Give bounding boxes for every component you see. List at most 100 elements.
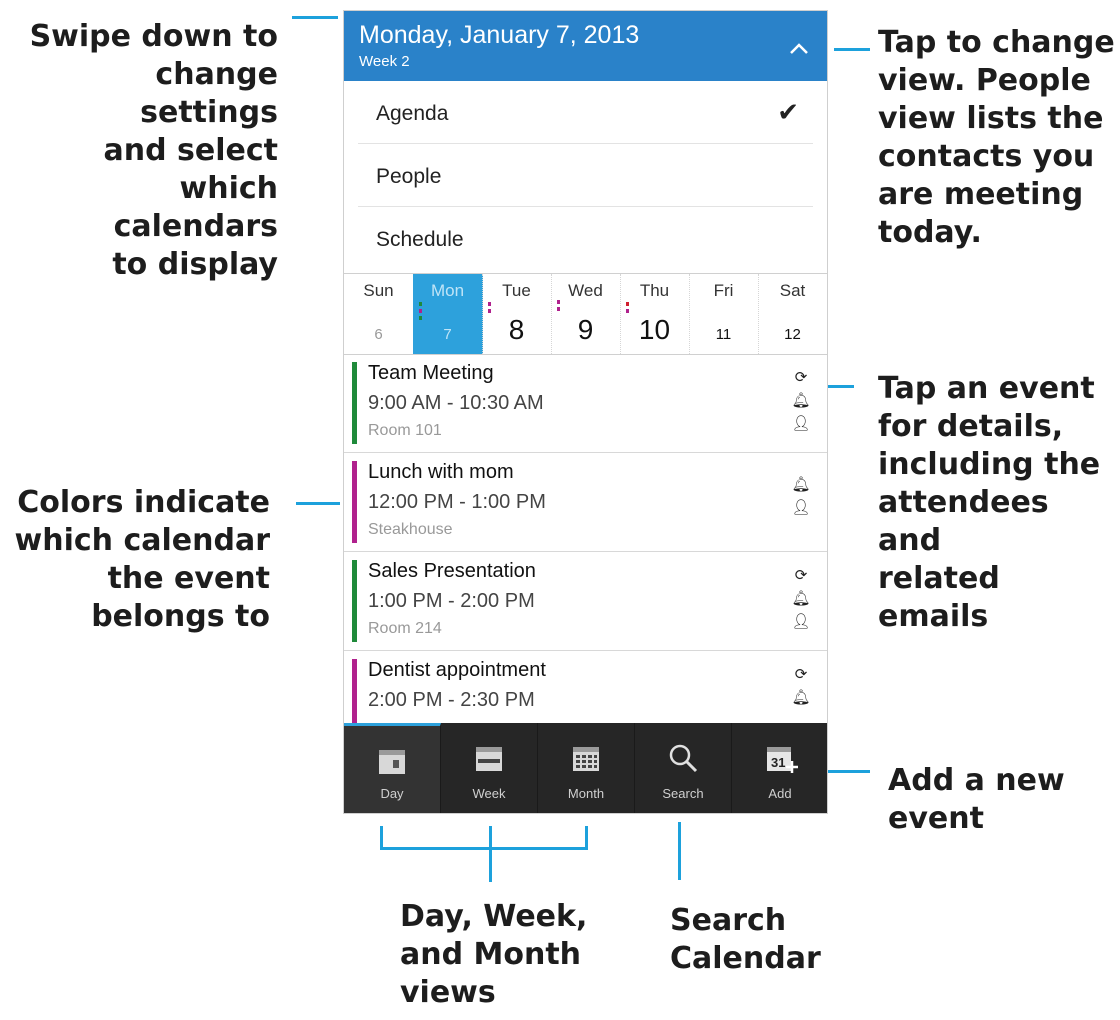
view-item-label: People <box>376 165 442 188</box>
view-item-label: Schedule <box>376 228 464 251</box>
day-number: 7 <box>443 326 452 343</box>
day-number: 8 <box>508 314 525 345</box>
leader-change-view <box>834 48 870 51</box>
leader-swipe <box>292 16 338 19</box>
day-view-icon <box>379 750 405 774</box>
day-name: Fri <box>713 281 734 300</box>
callout-colors: Colors indicate which calendar the event… <box>14 485 270 634</box>
search-button[interactable]: Search <box>635 723 732 813</box>
header-week: Week 2 <box>359 53 410 70</box>
add-icon-text: 31 <box>771 755 785 770</box>
day-name: Wed <box>568 281 603 300</box>
calendar-screen: Monday, January 7, 2013 Week 2 Agenda ✔ … <box>343 10 828 814</box>
week-view-icon <box>476 747 502 771</box>
week-view-button[interactable]: Week <box>441 723 538 813</box>
callout-day-week-month: Day, Week, and Month views <box>400 899 588 1010</box>
bell-icon: 🔔︎ <box>791 590 811 607</box>
event-location: Room 101 <box>368 422 442 439</box>
toolbar-label: Search <box>662 786 704 801</box>
header-date: Monday, January 7, 2013 <box>359 21 640 49</box>
person-icon: 👤︎ <box>791 499 811 516</box>
event-list: Team Meeting 9:00 AM - 10:30 AM Room 101… <box>344 354 827 750</box>
event-location: Room 214 <box>368 620 442 637</box>
day-name: Sat <box>779 281 806 300</box>
event-location: Steakhouse <box>368 521 453 538</box>
week-strip: Sun 6 Mon 7 Tue 8 Wed 9 Thu 10 Fri 11 Sa… <box>344 273 827 355</box>
day-sun[interactable]: Sun 6 <box>344 274 414 354</box>
day-number: 9 <box>577 314 594 345</box>
day-number: 12 <box>784 326 801 343</box>
event-time: 12:00 PM - 1:00 PM <box>368 491 546 513</box>
add-event-button[interactable]: 31 Add <box>732 723 827 813</box>
calendar-header[interactable]: Monday, January 7, 2013 Week 2 <box>344 11 827 81</box>
recurring-icon: ⟳ <box>794 369 808 386</box>
callout-swipe-down: Swipe down to change settings and select… <box>29 19 278 282</box>
day-fri[interactable]: Fri 11 <box>689 274 759 354</box>
calendar-color-bar <box>352 461 357 543</box>
day-name: Thu <box>639 281 670 300</box>
toolbar-label: Add <box>768 786 792 801</box>
day-name: Mon <box>430 281 465 300</box>
month-view-button[interactable]: Month <box>538 723 635 813</box>
recurring-icon: ⟳ <box>794 567 808 584</box>
person-icon: 👤︎ <box>791 613 811 630</box>
callout-add-event: Add a new event <box>888 763 1065 836</box>
bracket-mid-tick <box>489 826 492 882</box>
event-title: Lunch with mom <box>368 461 514 483</box>
calendar-color-bar <box>352 362 357 444</box>
chevron-up-icon[interactable] <box>789 35 809 61</box>
event-title: Sales Presentation <box>368 560 536 582</box>
day-name: Sun <box>363 281 394 300</box>
day-tue[interactable]: Tue 8 <box>482 274 552 354</box>
day-sat[interactable]: Sat 12 <box>758 274 827 354</box>
event-icons: 🔔︎ 👤︎ <box>791 473 811 519</box>
day-mon[interactable]: Mon 7 <box>413 274 483 354</box>
day-view-button[interactable]: Day <box>344 723 441 813</box>
event-icons: ⟳ 🔔︎ 👤︎ <box>791 366 811 435</box>
calendar-color-bar <box>352 560 357 642</box>
event-icons: ⟳ 🔔︎ <box>791 663 811 709</box>
leader-colors <box>296 502 340 505</box>
day-number: 11 <box>715 326 732 343</box>
event-title: Dentist appointment <box>368 659 546 681</box>
view-menu: Agenda ✔ People Schedule <box>344 81 827 269</box>
bracket-right-tick <box>585 826 588 850</box>
add-calendar-icon: 31 <box>767 747 798 773</box>
event-title: Team Meeting <box>368 362 494 384</box>
bracket-horizontal <box>380 847 588 850</box>
callout-search-calendar: Search Calendar <box>670 903 821 976</box>
leader-search <box>678 822 681 880</box>
view-item-schedule[interactable]: Schedule <box>358 207 813 269</box>
event-marks <box>557 300 561 314</box>
event-icons: ⟳ 🔔︎ 👤︎ <box>791 564 811 633</box>
event-marks <box>419 302 423 323</box>
callout-tap-change-view: Tap to change view. People view lists th… <box>878 25 1115 250</box>
bell-icon: 🔔︎ <box>791 476 811 493</box>
toolbar-label: Day <box>380 786 404 801</box>
event-time: 1:00 PM - 2:00 PM <box>368 590 535 612</box>
view-item-people[interactable]: People <box>358 144 813 207</box>
toolbar-label: Week <box>472 786 506 801</box>
view-item-label: Agenda <box>376 102 449 125</box>
event-time: 9:00 AM - 10:30 AM <box>368 392 544 414</box>
view-item-agenda[interactable]: Agenda ✔ <box>358 81 813 144</box>
search-icon <box>669 744 698 773</box>
checkmark-icon: ✔ <box>777 97 799 127</box>
bell-icon: 🔔︎ <box>791 689 811 706</box>
day-number: 10 <box>638 314 671 345</box>
event-item[interactable]: Team Meeting 9:00 AM - 10:30 AM Room 101… <box>344 354 827 453</box>
event-time: 2:00 PM - 2:30 PM <box>368 689 535 711</box>
bell-icon: 🔔︎ <box>791 392 811 409</box>
event-item[interactable]: Lunch with mom 12:00 PM - 1:00 PM Steakh… <box>344 453 827 552</box>
person-icon: 👤︎ <box>791 415 811 432</box>
month-view-icon <box>573 747 599 771</box>
callout-tap-event: Tap an event for details, including the … <box>878 371 1101 634</box>
day-name: Tue <box>502 281 531 300</box>
day-wed[interactable]: Wed 9 <box>551 274 621 354</box>
bracket-left-tick <box>380 826 383 850</box>
bottom-toolbar: Day Week Month Search 31 Add <box>344 723 827 813</box>
event-item[interactable]: Sales Presentation 1:00 PM - 2:00 PM Roo… <box>344 552 827 651</box>
toolbar-label: Month <box>567 786 605 801</box>
day-thu[interactable]: Thu 10 <box>620 274 690 354</box>
day-number: 6 <box>374 326 383 343</box>
